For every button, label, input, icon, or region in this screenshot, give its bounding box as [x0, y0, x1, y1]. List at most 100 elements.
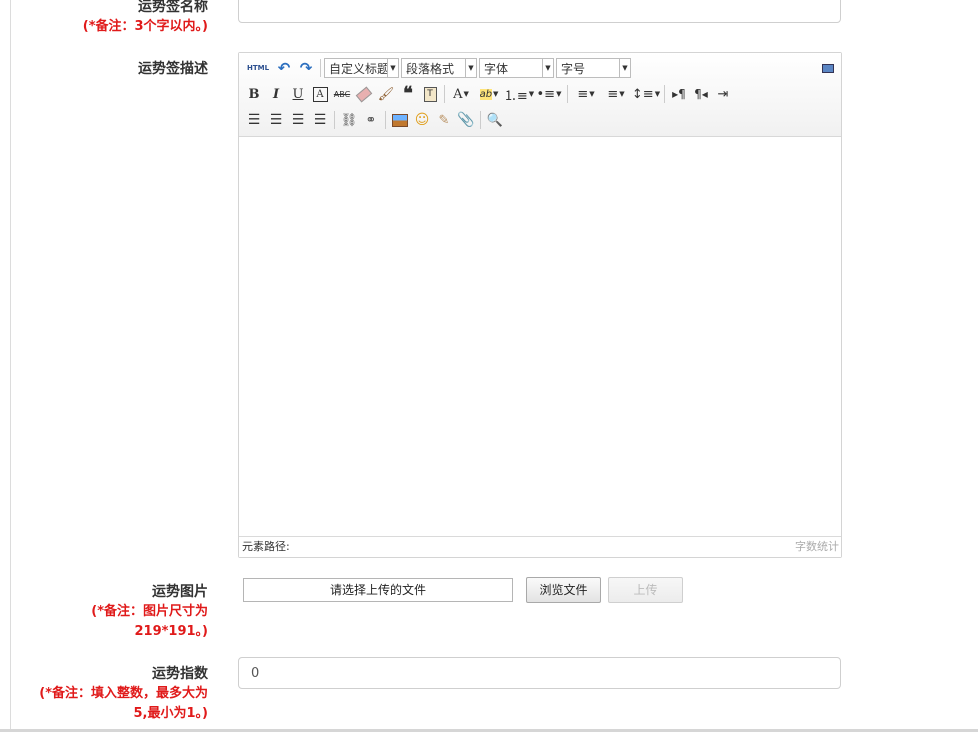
- editor-toolbar: HTML ↶ ↷ 自定义标题 ▼ 段落格式 ▼ 字体 ▼ 字号 ▼ B I U A AB…: [239, 53, 841, 137]
- redo-icon: ↷: [299, 59, 313, 77]
- rtl-icon: ¶◂: [694, 87, 708, 101]
- highlight-icon: ab: [479, 88, 493, 100]
- align-justify-icon: ☰: [313, 112, 327, 128]
- undo-button[interactable]: ↶: [273, 57, 295, 79]
- index-note-line1: (*备注：填入整数，最多大为: [39, 686, 208, 701]
- line-height-button[interactable]: ↕≡ ▼: [631, 83, 661, 105]
- link-button[interactable]: ⛓: [338, 109, 360, 131]
- strikethrough-button[interactable]: ABC: [331, 83, 353, 105]
- paste-icon: T: [423, 86, 437, 102]
- monitor-icon: [822, 63, 834, 73]
- indent-icon: ⇥: [717, 86, 729, 102]
- border-text-button[interactable]: A: [309, 83, 331, 105]
- separator: [444, 85, 445, 103]
- align-center-button[interactable]: ☰: [265, 109, 287, 131]
- paragraph-value: 段落格式: [406, 61, 455, 76]
- browse-file-button[interactable]: 浏览文件: [526, 577, 601, 603]
- font-size-value: 字号: [561, 61, 586, 76]
- desc-label: 运势签描述: [138, 61, 208, 77]
- align-left-icon: ☰: [247, 112, 261, 128]
- bold-button[interactable]: B: [243, 83, 265, 105]
- toolbar-row-3: ☰ ☰ ☰ ☰ ⛓ ⚭ ☺ ✎ 📎 🔍: [243, 108, 506, 132]
- smiley-icon: ☺: [414, 112, 430, 128]
- chevron-down-icon: ▼: [465, 59, 476, 77]
- redo-button[interactable]: ↷: [295, 57, 317, 79]
- separator: [480, 111, 481, 129]
- scrawl-button[interactable]: ✎: [433, 109, 455, 131]
- upload-button[interactable]: 上传: [608, 577, 683, 603]
- font-border-icon: A: [312, 86, 328, 102]
- index-note-line2: 5,最小为1。): [133, 706, 208, 721]
- paragraph-spacing-top-button[interactable]: ≡ ▼: [571, 83, 601, 105]
- highlight-button[interactable]: ab ▼: [474, 83, 504, 105]
- italic-button[interactable]: I: [265, 83, 287, 105]
- spacing-bottom-icon: ≡: [607, 86, 619, 102]
- strikethrough-icon: ABC: [333, 89, 351, 99]
- separator: [664, 85, 665, 103]
- separator: [567, 85, 568, 103]
- chevron-down-icon: ▼: [556, 90, 562, 98]
- word-count-label[interactable]: 字数统计: [795, 537, 839, 557]
- underline-icon: U: [292, 86, 304, 102]
- search-replace-button[interactable]: 🔍: [484, 109, 506, 131]
- name-input[interactable]: [238, 0, 841, 23]
- quote-icon: ❝: [403, 83, 413, 104]
- chevron-down-icon: ▼: [387, 59, 398, 77]
- align-center-icon: ☰: [269, 112, 283, 128]
- left-border: [10, 0, 11, 732]
- paste-plain-button[interactable]: T: [419, 83, 441, 105]
- format-painter-button[interactable]: 🖌: [375, 83, 397, 105]
- spacing-top-icon: ≡: [577, 86, 589, 102]
- paragraph-select[interactable]: 段落格式 ▼: [401, 58, 477, 78]
- unordered-list-button[interactable]: •≡ ▼: [534, 83, 564, 105]
- html-source-button[interactable]: HTML: [243, 57, 273, 79]
- text-color-button[interactable]: A ▼: [448, 83, 474, 105]
- image-icon: [392, 113, 408, 127]
- name-note: (*备注：3个字以内。): [82, 19, 208, 34]
- chevron-down-icon: ▼: [493, 90, 499, 98]
- image-label: 运势图片: [152, 584, 208, 600]
- insert-image-button[interactable]: [389, 109, 411, 131]
- file-path-field[interactable]: 请选择上传的文件: [243, 578, 513, 602]
- ltr-icon: ▸¶: [672, 87, 686, 101]
- blockquote-button[interactable]: ❝: [397, 83, 419, 105]
- custom-title-select[interactable]: 自定义标题 ▼: [324, 58, 399, 78]
- align-justify-button[interactable]: ☰: [309, 109, 331, 131]
- image-note-line2: 219*191。): [134, 624, 208, 639]
- index-input[interactable]: [238, 657, 841, 689]
- editor-content-area[interactable]: [239, 137, 841, 537]
- chevron-down-icon: ▼: [619, 90, 625, 98]
- custom-title-value: 自定义标题: [329, 61, 387, 76]
- font-family-select[interactable]: 字体 ▼: [479, 58, 554, 78]
- chevron-down-icon: ▼: [619, 59, 630, 77]
- indent-button[interactable]: ⇥: [712, 83, 734, 105]
- chevron-down-icon: ▼: [542, 59, 553, 77]
- emoticon-button[interactable]: ☺: [411, 109, 433, 131]
- element-path-label: 元素路径:: [242, 540, 290, 553]
- attachment-button[interactable]: 📎: [455, 109, 477, 131]
- font-color-icon: A: [453, 86, 463, 102]
- image-note-line1: (*备注：图片尺寸为: [91, 604, 208, 619]
- paragraph-spacing-bottom-button[interactable]: ≡ ▼: [601, 83, 631, 105]
- font-size-select[interactable]: 字号 ▼: [556, 58, 631, 78]
- separator: [334, 111, 335, 129]
- rtl-direction-button[interactable]: ¶◂: [690, 83, 712, 105]
- unlink-button[interactable]: ⚭: [360, 109, 382, 131]
- separator: [320, 59, 321, 77]
- italic-icon: I: [272, 86, 280, 102]
- unlink-icon: ⚭: [365, 112, 377, 128]
- align-left-button[interactable]: ☰: [243, 109, 265, 131]
- underline-button[interactable]: U: [287, 83, 309, 105]
- chevron-down-icon: ▼: [654, 90, 661, 98]
- bold-icon: B: [248, 86, 260, 102]
- eraser-button[interactable]: [353, 83, 375, 105]
- ordered-list-button[interactable]: ⒈≡ ▼: [504, 83, 534, 105]
- fullscreen-button[interactable]: [817, 57, 839, 79]
- link-icon: ⛓: [340, 112, 358, 128]
- line-height-icon: ↕≡: [631, 86, 654, 102]
- align-right-button[interactable]: ☰: [287, 109, 309, 131]
- chevron-down-icon: ▼: [463, 90, 469, 98]
- editor-statusbar: 元素路径: 字数统计: [239, 536, 841, 557]
- magnifier-icon: 🔍: [486, 112, 504, 128]
- ltr-direction-button[interactable]: ▸¶: [668, 83, 690, 105]
